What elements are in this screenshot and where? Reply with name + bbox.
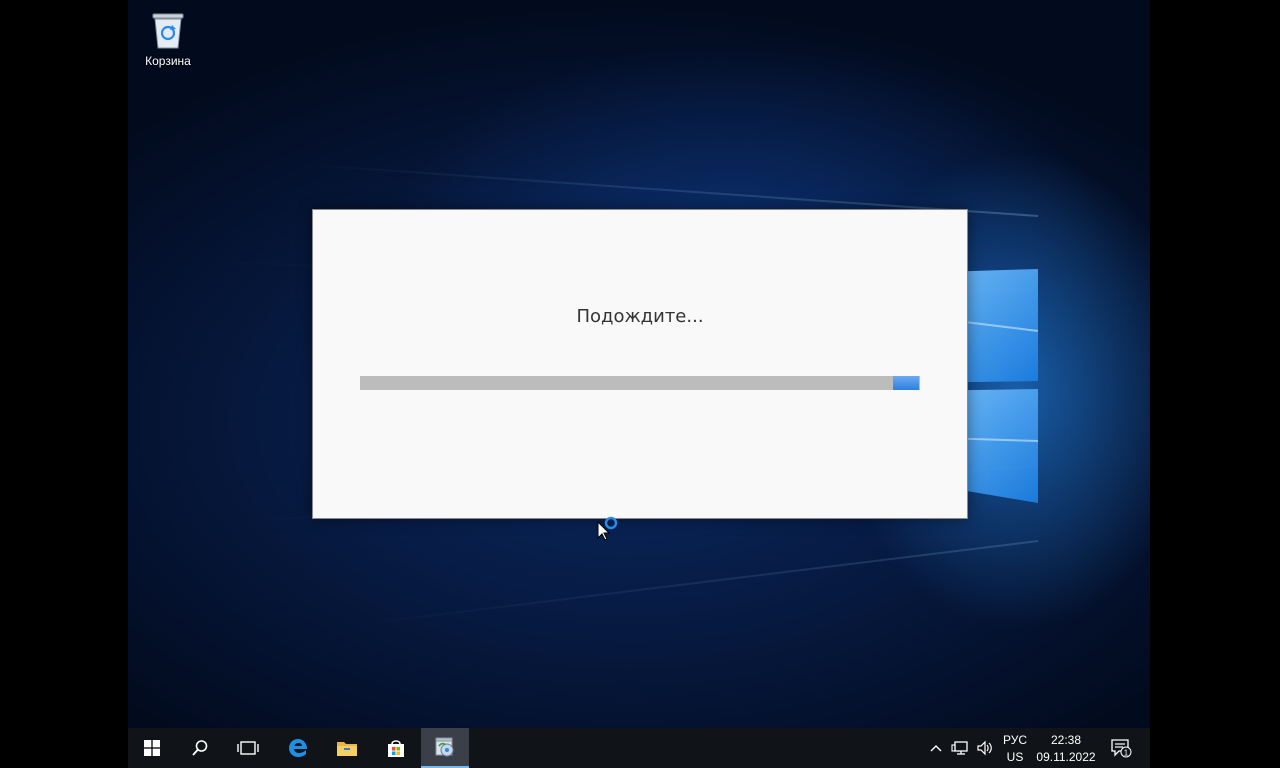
store-taskbar-button[interactable]: [372, 728, 420, 768]
windows-start-icon: [144, 740, 160, 756]
task-view-icon: [237, 741, 259, 755]
busy-cursor-icon: [597, 516, 618, 541]
installer-app-icon: [435, 737, 454, 757]
dialog-message: Подождите...: [576, 306, 704, 327]
task-view-button[interactable]: [224, 728, 272, 768]
installer-taskbar-button[interactable]: [421, 728, 469, 768]
explorer-taskbar-button[interactable]: [323, 728, 371, 768]
keyboard-layout-label: US: [1006, 750, 1024, 764]
input-language-indicator[interactable]: РУС US: [999, 733, 1031, 764]
search-button[interactable]: [176, 728, 224, 768]
clock[interactable]: 22:38 09.11.2022: [1033, 733, 1099, 764]
progress-indicator: [893, 376, 919, 390]
wait-dialog: Подождите...: [312, 209, 968, 519]
network-tray-button[interactable]: [948, 728, 972, 768]
desktop-icon-recycle-bin[interactable]: Корзина: [134, 6, 202, 78]
network-icon: [951, 741, 968, 755]
clock-date: 09.11.2022: [1036, 750, 1096, 764]
store-icon: [388, 740, 404, 757]
notification-count-badge: 1: [1124, 748, 1129, 757]
language-label: РУС: [1002, 733, 1028, 747]
file-explorer-icon: [337, 742, 357, 756]
search-icon: [192, 740, 208, 756]
volume-tray-button[interactable]: [973, 728, 997, 768]
action-center-button[interactable]: 1: [1106, 728, 1136, 768]
desktop-screen: Корзина Подождите... РУС US 22:38 09.11.…: [128, 0, 1150, 768]
clock-time: 22:38: [1050, 733, 1082, 747]
notification-icon: 1: [1111, 739, 1132, 758]
progress-bar: [360, 376, 920, 390]
edge-taskbar-button[interactable]: [274, 728, 322, 768]
start-button[interactable]: [128, 728, 176, 768]
edge-browser-icon: [289, 739, 307, 757]
speaker-icon: [977, 740, 992, 756]
taskbar: РУС US 22:38 09.11.2022 1: [128, 728, 1150, 768]
chevron-up-icon: [930, 745, 942, 752]
recycle-bin-label: Корзина: [145, 54, 191, 68]
recycle-bin-icon: [151, 10, 185, 50]
show-hidden-icons-button[interactable]: [924, 728, 948, 768]
